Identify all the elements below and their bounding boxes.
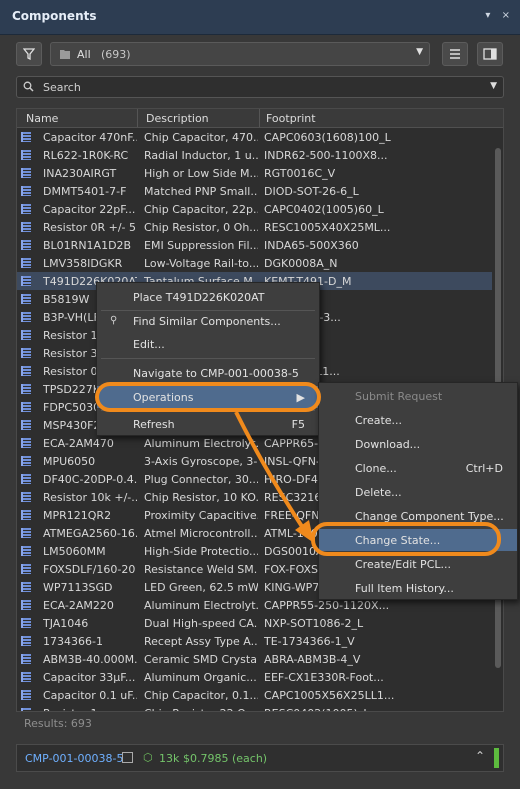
callout-arrow (234, 411, 314, 543)
